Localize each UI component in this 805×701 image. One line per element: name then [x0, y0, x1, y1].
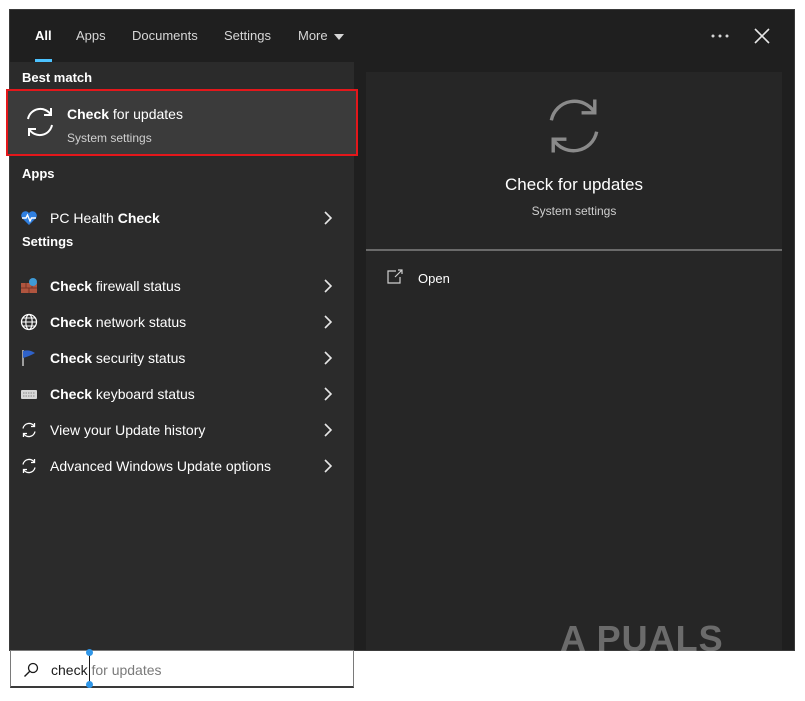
search-input[interactable]: check for updates [10, 649, 354, 688]
search-window: All Apps Documents Settings More Best ma… [6, 10, 794, 650]
open-icon [387, 269, 403, 284]
result-label: Check network status [50, 314, 187, 330]
search-icon [24, 662, 39, 677]
result-firewall-status[interactable]: Check firewall status [10, 268, 354, 304]
results-pane: Best match Check for updates System sett… [6, 62, 358, 650]
firewall-icon [21, 278, 37, 293]
selection-handle-top[interactable] [86, 649, 93, 656]
caret-down-icon [333, 33, 344, 40]
result-label: Check firewall status [50, 278, 181, 294]
watermark-logo: A PUALS [560, 618, 724, 659]
preview-subtitle: System settings [531, 204, 617, 218]
options-button[interactable] [708, 24, 732, 48]
refresh-icon [22, 458, 36, 474]
chevron-right-icon [324, 423, 333, 437]
globe-icon [20, 313, 38, 331]
best-match-title: Check for updates [67, 106, 183, 122]
chevron-right-icon [324, 279, 333, 293]
ellipsis-icon [711, 34, 729, 38]
result-network-status[interactable]: Check network status [10, 304, 354, 340]
tab-more-label: More [298, 28, 328, 43]
result-security-status[interactable]: Check security status [10, 340, 354, 376]
result-update-history[interactable]: View your Update history [10, 412, 354, 448]
result-pc-health-check[interactable]: PC Health Check [10, 200, 354, 236]
best-match-result[interactable]: Check for updates System settings [6, 89, 358, 156]
best-match-heading: Best match [22, 70, 93, 85]
chevron-right-icon [324, 351, 333, 365]
close-button[interactable] [750, 24, 774, 48]
tab-settings[interactable]: Settings [224, 10, 271, 62]
selection-handle-bottom[interactable] [86, 681, 93, 688]
open-label: Open [418, 271, 450, 286]
search-text: check for updates [51, 662, 162, 678]
chevron-right-icon [324, 211, 333, 225]
apps-heading: Apps [22, 166, 55, 181]
tab-more[interactable]: More [298, 10, 344, 62]
text-caret [89, 654, 90, 684]
preview-title: Check for updates [505, 175, 643, 194]
chevron-right-icon [324, 387, 333, 401]
preview-divider [366, 249, 782, 251]
settings-heading: Settings [22, 234, 74, 249]
preview-pane: Check for updates System settings Open [366, 72, 782, 650]
result-label: View your Update history [50, 422, 206, 438]
refresh-icon [22, 422, 36, 438]
tab-all[interactable]: All [35, 10, 52, 62]
result-advanced-update-options[interactable]: Advanced Windows Update options [10, 448, 354, 484]
refresh-icon [549, 99, 599, 153]
search-tab-bar: All Apps Documents Settings More [10, 10, 794, 62]
chevron-right-icon [324, 459, 333, 473]
result-label: Check security status [50, 350, 186, 366]
chevron-right-icon [324, 315, 333, 329]
refresh-icon [27, 107, 53, 137]
close-icon [754, 28, 770, 44]
flag-icon [22, 350, 35, 366]
result-label: PC Health Check [50, 210, 160, 226]
best-match-subtitle: System settings [67, 131, 152, 145]
result-label: Check keyboard status [50, 386, 195, 402]
result-keyboard-status[interactable]: Check keyboard status [10, 376, 354, 412]
health-heart-icon [21, 211, 37, 225]
keyboard-icon [21, 390, 37, 399]
tab-documents[interactable]: Documents [132, 10, 198, 62]
tab-apps[interactable]: Apps [76, 10, 106, 62]
result-label: Advanced Windows Update options [50, 458, 272, 474]
